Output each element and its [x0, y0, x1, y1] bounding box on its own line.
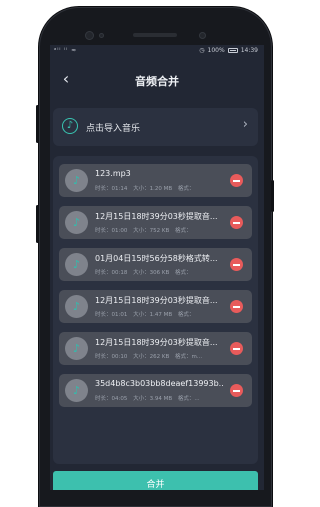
file-item[interactable]: ♪ 12月15日18时39分03秒提取音... 时长：00:10 大小：262 …	[59, 332, 252, 365]
light-sensor	[199, 32, 206, 39]
file-item[interactable]: ♪ 35d4b8c3b03bb8deaef13993b... 时长：04:05 …	[59, 374, 252, 407]
alarm-icon: ◷	[199, 47, 205, 54]
file-duration: 时长：01:14	[95, 186, 128, 192]
file-format: 格式：	[177, 186, 195, 192]
file-duration: 时长：00:10	[95, 354, 128, 360]
file-meta: 时长：00:10 大小：262 KB 格式：m...	[95, 352, 225, 360]
file-meta: 时长：04:05 大小：3.94 MB 格式：...	[95, 394, 225, 402]
file-item[interactable]: ♪ 12月15日18时39分03秒提取音... 时长：01:00 大小：752 …	[59, 206, 252, 239]
music-disc-icon: ♪	[65, 253, 88, 276]
delete-icon[interactable]	[230, 258, 243, 271]
import-label: 点击导入音乐	[86, 124, 141, 134]
music-disc-icon: ♪	[65, 379, 88, 402]
page-title: 音频合并	[135, 75, 179, 88]
battery-percent: 100%	[207, 47, 225, 54]
file-name: 123.mp3	[95, 169, 131, 178]
file-item[interactable]: ♪ 12月15日18时39分03秒提取音... 时长：01:01 大小：1.47…	[59, 290, 252, 323]
file-name: 12月15日18时39分03秒提取音...	[95, 338, 218, 347]
bixby-button	[36, 205, 39, 243]
music-disc-icon: ♪	[65, 295, 88, 318]
import-music-row[interactable]: ♪ 点击导入音乐 ›	[53, 108, 258, 146]
file-name: 12月15日18时39分03秒提取音...	[95, 212, 218, 221]
delete-icon[interactable]	[230, 174, 243, 187]
music-disc-icon: ♪	[65, 169, 88, 192]
file-duration: 时长：01:00	[95, 228, 128, 234]
file-size: 大小：306 KB	[133, 270, 170, 276]
app-screen: ᵃˡˡ ˡˡ ≈ ◷ 100% 14:39 ‹ 音频合并 ♪ 点击导入音乐 › …	[50, 45, 264, 490]
status-bar: ᵃˡˡ ˡˡ ≈ ◷ 100% 14:39	[50, 45, 264, 57]
file-size: 大小：752 KB	[133, 228, 170, 234]
file-name: 35d4b8c3b03bb8deaef13993b...	[95, 379, 223, 388]
file-duration: 时长：04:05	[95, 396, 128, 402]
file-meta: 时长：01:00 大小：752 KB 格式：	[95, 226, 225, 234]
file-format: 格式：...	[177, 396, 200, 402]
file-format: 格式：	[177, 312, 195, 318]
file-meta: 时长：01:01 大小：1.47 MB 格式：	[95, 310, 225, 318]
merge-button-label: 合并	[146, 480, 165, 490]
earpiece-speaker	[133, 33, 177, 37]
title-bar: ‹ 音频合并	[50, 67, 264, 93]
music-note-icon: ♪	[62, 118, 78, 134]
delete-icon[interactable]	[230, 216, 243, 229]
battery-icon	[227, 48, 238, 53]
file-list: ♪ 123.mp3 时长：01:14 大小：1.20 MB 格式： ♪ 12月1…	[53, 156, 258, 464]
volume-button	[36, 105, 39, 143]
file-duration: 时长：00:18	[95, 270, 128, 276]
file-name: 12月15日18时39分03秒提取音...	[95, 296, 218, 305]
delete-icon[interactable]	[230, 342, 243, 355]
file-size: 大小：262 KB	[133, 354, 170, 360]
file-item[interactable]: ♪ 01月04日15时56分58秒格式转... 时长：00:18 大小：306 …	[59, 248, 252, 281]
file-duration: 时长：01:01	[95, 312, 128, 318]
file-size: 大小：3.94 MB	[133, 396, 173, 402]
file-size: 大小：1.47 MB	[133, 312, 173, 318]
file-meta: 时长：00:18 大小：306 KB 格式：	[95, 268, 225, 276]
music-disc-icon: ♪	[65, 211, 88, 234]
file-item[interactable]: ♪ 123.mp3 时长：01:14 大小：1.20 MB 格式：	[59, 164, 252, 197]
delete-icon[interactable]	[230, 300, 243, 313]
music-disc-icon: ♪	[65, 337, 88, 360]
file-format: 格式：	[175, 228, 192, 234]
file-name: 01月04日15时56分58秒格式转...	[95, 254, 218, 263]
file-size: 大小：1.20 MB	[133, 186, 173, 192]
file-format: 格式：	[175, 270, 192, 276]
power-button	[271, 180, 274, 212]
chevron-right-icon: ›	[242, 117, 248, 132]
delete-icon[interactable]	[230, 384, 243, 397]
file-meta: 时长：01:14 大小：1.20 MB 格式：	[95, 184, 225, 192]
file-format: 格式：m...	[175, 354, 203, 360]
front-camera	[85, 31, 94, 40]
clock: 14:39	[240, 47, 258, 54]
merge-button[interactable]: 合并	[53, 471, 258, 490]
signal-indicators: ᵃˡˡ ˡˡ ≈	[54, 47, 78, 54]
proximity-sensor	[99, 33, 104, 38]
